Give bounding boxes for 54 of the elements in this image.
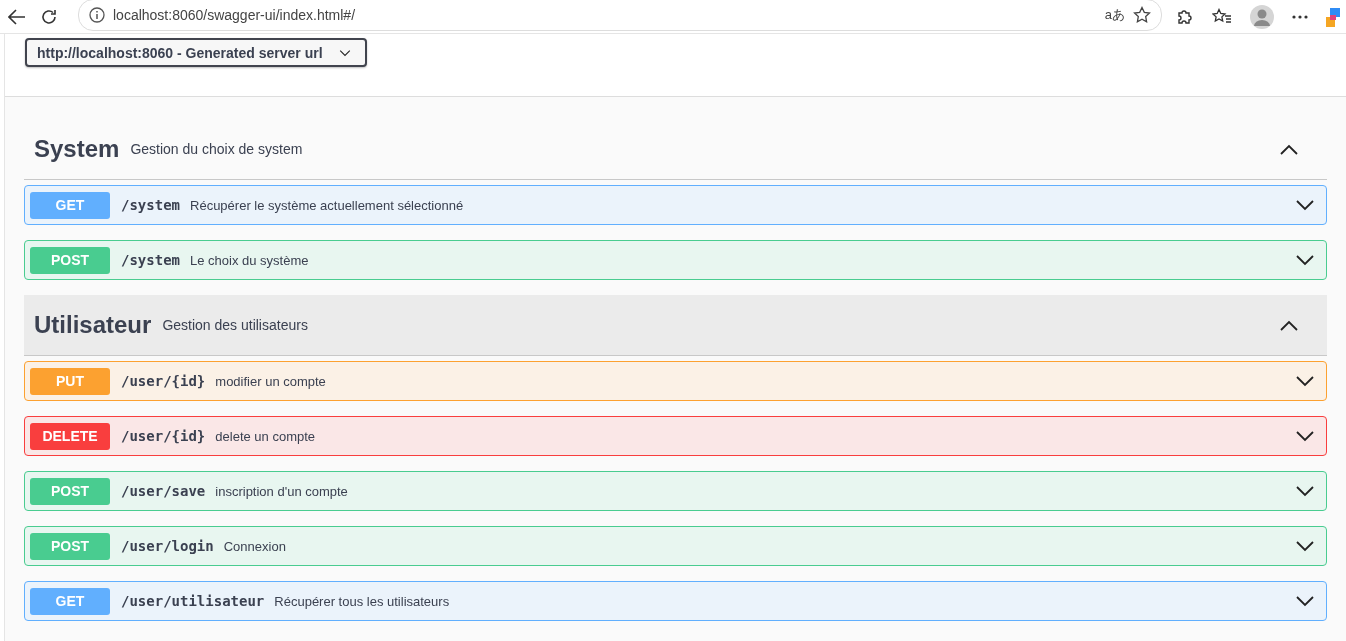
method-badge: GET [30,587,110,615]
operation-row[interactable]: GET /user/utilisateur Récupérer tous les utilisateurs [24,581,1327,621]
chevron-down-icon[interactable] [1295,199,1315,211]
method-badge: POST [30,246,110,274]
operation-row[interactable]: POST /user/save inscription d'un compte [24,471,1327,511]
chevron-down-icon[interactable] [338,48,351,57]
star-icon[interactable] [1133,5,1151,24]
endpoint-summary: Récupérer le système actuellement sélectionné [190,197,465,213]
endpoint-summary: Le choix du système [190,252,310,268]
info-icon[interactable] [89,6,105,23]
endpoint-path: /system [121,252,180,268]
chevron-up-icon[interactable] [1279,143,1299,155]
tag-name: Utilisateur [34,311,152,339]
puzzle-icon[interactable] [1176,7,1194,26]
chevron-down-icon[interactable] [1295,485,1315,497]
chevron-down-icon[interactable] [1295,375,1315,387]
endpoint-path: /user/login [121,538,214,554]
translate-button[interactable]: aあ [1104,5,1125,24]
operation-row[interactable]: POST /user/login Connexion [24,526,1327,566]
chevron-down-icon[interactable] [1295,430,1315,442]
endpoint-summary: delete un compte [215,428,317,444]
method-badge: POST [30,532,110,560]
method-badge: POST [30,477,110,505]
method-badge: PUT [30,367,110,395]
tag-description: Gestion du choix de system [130,141,304,157]
operation-row[interactable]: GET /system Récupérer le système actuellement sélectionné [24,185,1327,225]
chevron-down-icon[interactable] [1295,595,1315,607]
avatar-icon[interactable] [1250,4,1274,29]
favorites-icon[interactable] [1212,7,1232,26]
operation-row[interactable]: DELETE /user/{id} delete un compte [24,416,1327,456]
back-icon[interactable] [8,8,26,25]
endpoint-summary: modifier un compte [215,373,327,389]
chevron-down-icon[interactable] [1295,254,1315,266]
endpoint-path: /user/{id} [121,428,206,444]
endpoint-summary: inscription d'un compte [215,483,349,499]
refresh-icon[interactable] [40,7,58,26]
tag-name: System [34,135,120,163]
operation-row[interactable]: PUT /user/{id} modifier un compte [24,361,1327,401]
method-badge: DELETE [30,422,110,450]
server-select[interactable]: http://localhost:8060 - Generated server url [25,38,367,67]
endpoint-path: /user/utilisateur [121,593,265,609]
endpoint-summary: Récupérer tous les utilisateurs [274,593,451,609]
chevron-up-icon[interactable] [1279,319,1299,331]
more-icon[interactable] [1292,14,1308,19]
tag-description: Gestion des utilisateurs [162,317,309,333]
endpoint-path: /user/{id} [121,373,206,389]
tag-header[interactable]: Utilisateur Gestion des utilisateurs [24,295,1327,356]
chevron-down-icon[interactable] [1295,540,1315,552]
operation-row[interactable]: POST /system Le choix du système [24,240,1327,280]
endpoint-path: /user/save [121,483,206,499]
method-badge: GET [30,191,110,219]
url-text: localhost:8060/swagger-ui/index.html#/ [113,6,356,23]
endpoint-path: /system [121,197,180,213]
endpoint-summary: Connexion [223,538,287,554]
